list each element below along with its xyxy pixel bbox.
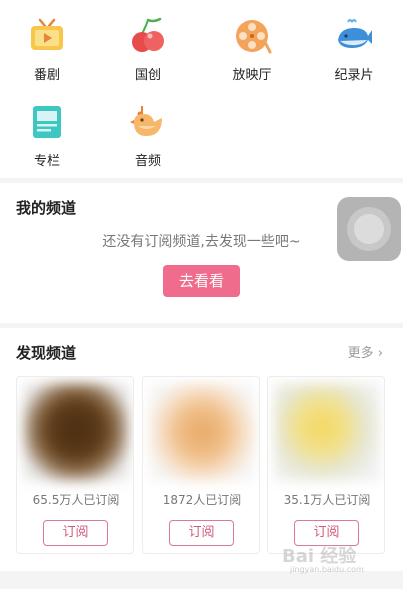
category-label: 纪录片	[334, 68, 374, 83]
tv-icon	[31, 18, 63, 50]
category-label: 音频	[134, 154, 161, 169]
discover-channels-section: 发现频道 更多 › 65.5万人已订阅 订阅 1872人已订阅 订阅 35.1万…	[0, 328, 403, 571]
film-reel-icon	[236, 20, 272, 54]
category-label: 专栏	[33, 154, 60, 169]
channel-thumbnail	[149, 383, 255, 481]
category-label: 番剧	[33, 68, 60, 83]
channel-thumbnail	[23, 383, 129, 481]
go-explore-button[interactable]: 去看看	[163, 265, 240, 297]
assistive-core	[354, 214, 384, 244]
watermark-url: jingyan.baidu.com	[290, 565, 364, 574]
category-panel: 番剧 国创 放映厅 纪录片 专栏 音频	[0, 0, 403, 178]
category-label: 放映厅	[232, 68, 272, 83]
category-label: 国创	[134, 68, 161, 83]
category-anime[interactable]: 番剧	[7, 16, 87, 83]
floating-assistive-button[interactable]	[337, 197, 401, 261]
subscribe-button[interactable]: 订阅	[43, 520, 108, 546]
subscriber-count: 35.1万人已订阅	[283, 493, 371, 507]
subscriber-count: 65.5万人已订阅	[32, 493, 120, 507]
category-audio[interactable]: 音频	[108, 102, 188, 169]
bird-icon	[130, 106, 162, 136]
channel-card[interactable]: 1872人已订阅 订阅	[142, 376, 260, 554]
channel-thumbnail	[274, 383, 380, 481]
subscriber-count: 1872人已订阅	[162, 493, 242, 507]
channel-card[interactable]: 65.5万人已订阅 订阅	[16, 376, 134, 554]
discover-title: 发现频道	[16, 344, 77, 362]
article-icon	[33, 106, 61, 138]
my-channels-title: 我的频道	[16, 199, 77, 217]
category-theater[interactable]: 放映厅	[212, 16, 292, 83]
subscribe-button[interactable]: 订阅	[169, 520, 234, 546]
cherry-icon	[132, 17, 164, 52]
category-documentary[interactable]: 纪录片	[314, 16, 394, 83]
category-guochuang[interactable]: 国创	[108, 16, 188, 83]
category-column[interactable]: 专栏	[7, 102, 87, 169]
more-link[interactable]: 更多 ›	[348, 342, 383, 361]
whale-icon	[338, 19, 372, 48]
channel-card[interactable]: 35.1万人已订阅 订阅	[267, 376, 385, 554]
